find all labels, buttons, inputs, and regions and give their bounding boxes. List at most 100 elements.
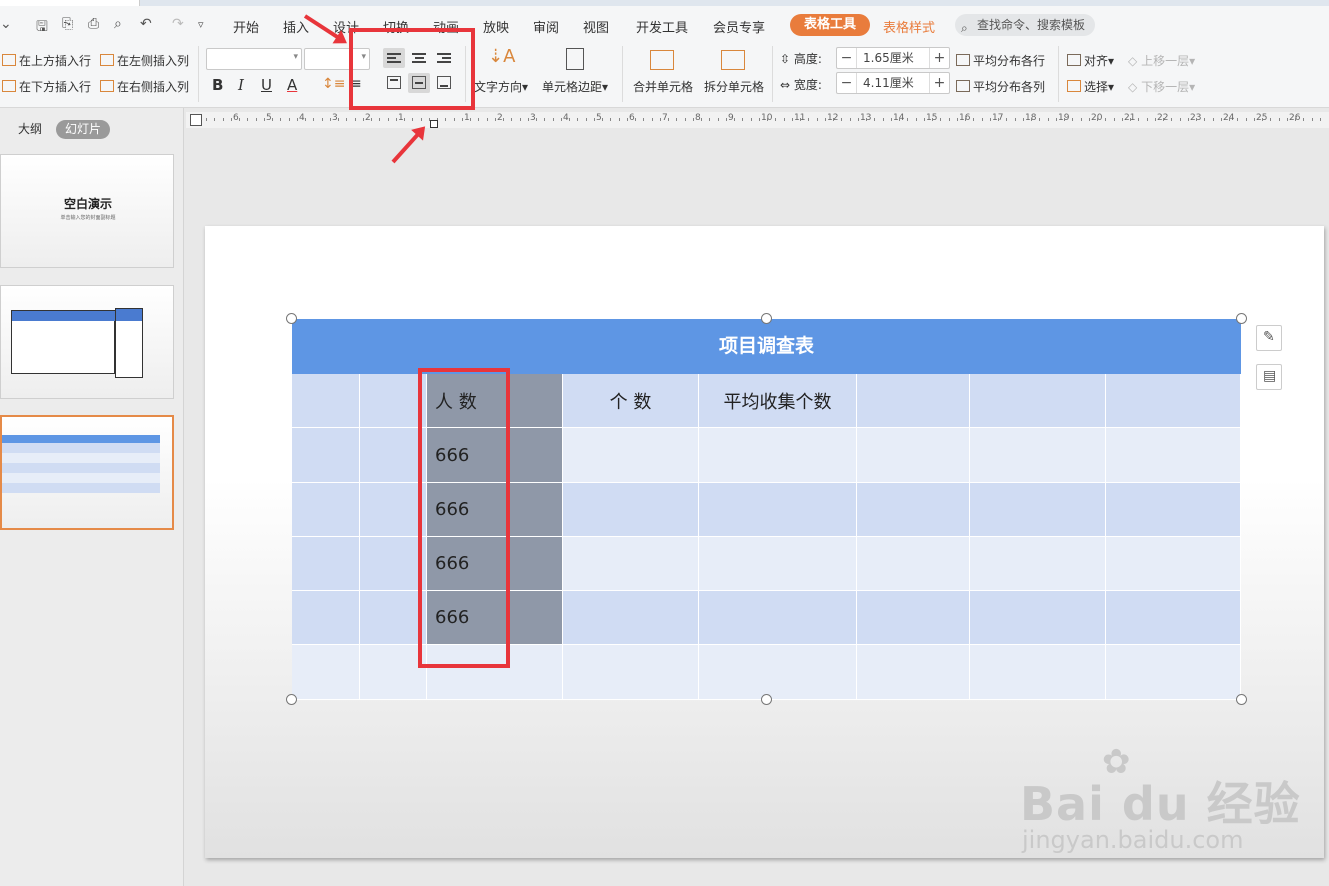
table-cell[interactable] bbox=[360, 591, 427, 645]
horizontal-ruler[interactable]: 6543211234567891011121314151617181920212… bbox=[186, 112, 1329, 128]
table-cell[interactable] bbox=[292, 483, 360, 537]
table-cell[interactable] bbox=[563, 537, 699, 591]
select-button[interactable]: 选择▾ bbox=[1067, 78, 1114, 95]
underline-button[interactable]: U bbox=[261, 76, 272, 94]
tab-slides[interactable]: 幻灯片 bbox=[56, 120, 111, 139]
header-cell[interactable] bbox=[970, 374, 1106, 428]
table-cell[interactable] bbox=[699, 483, 857, 537]
table-cell[interactable] bbox=[1106, 645, 1241, 700]
table-cell[interactable] bbox=[857, 537, 970, 591]
insert-col-left-button[interactable]: 在左侧插入列 bbox=[100, 52, 189, 69]
header-cell[interactable] bbox=[1106, 374, 1241, 428]
merge-cells-button[interactable]: 合并单元格 bbox=[633, 78, 693, 95]
indent-marker-icon[interactable] bbox=[430, 120, 438, 128]
resize-handle-se[interactable] bbox=[1236, 694, 1247, 705]
table-cell[interactable] bbox=[699, 537, 857, 591]
search-input[interactable]: ⌕ 查找命令、搜索模板 bbox=[955, 14, 1095, 36]
table-cell[interactable] bbox=[292, 428, 360, 483]
distribute-cols-button[interactable]: 平均分布各列 bbox=[956, 78, 1045, 95]
table-cell[interactable] bbox=[563, 591, 699, 645]
redo-icon[interactable]: ↷ bbox=[172, 16, 184, 32]
table-cell[interactable] bbox=[563, 428, 699, 483]
tab-outline[interactable]: 大纲 bbox=[18, 120, 42, 137]
insert-row-above-button[interactable]: 在上方插入行 bbox=[2, 52, 91, 69]
table-cell[interactable] bbox=[360, 537, 427, 591]
tab-table-tools[interactable]: 表格工具 bbox=[790, 14, 871, 36]
height-value[interactable]: 1.65厘米 bbox=[863, 48, 914, 68]
height-plus-button[interactable]: + bbox=[929, 48, 949, 68]
row-height-stepper[interactable]: −1.65厘米 + bbox=[836, 47, 950, 69]
height-minus-button[interactable]: − bbox=[837, 48, 857, 68]
table-cell[interactable] bbox=[1106, 591, 1241, 645]
send-backward-button[interactable]: ◇ 下移一层▾ bbox=[1128, 78, 1195, 95]
table-cell[interactable] bbox=[563, 483, 699, 537]
table-cell[interactable] bbox=[699, 591, 857, 645]
bold-button[interactable]: B bbox=[212, 76, 223, 94]
width-minus-button[interactable]: − bbox=[837, 73, 857, 93]
resize-handle-nw[interactable] bbox=[286, 313, 297, 324]
slide-thumbnail-3[interactable] bbox=[0, 415, 174, 530]
save-icon[interactable]: 🖫 bbox=[36, 16, 48, 40]
table-style-wand-button[interactable]: ✎ bbox=[1256, 325, 1282, 351]
preview-icon[interactable]: ⌕ bbox=[114, 16, 122, 32]
resize-handle-s[interactable] bbox=[761, 694, 772, 705]
table-cell[interactable] bbox=[699, 428, 857, 483]
table-properties-button[interactable]: ▤ bbox=[1256, 364, 1282, 390]
table-cell[interactable] bbox=[1106, 537, 1241, 591]
table-cell[interactable] bbox=[292, 537, 360, 591]
table-cell[interactable] bbox=[1106, 483, 1241, 537]
table-cell[interactable] bbox=[857, 428, 970, 483]
tab-developer[interactable]: 开发工具 bbox=[636, 17, 688, 36]
slide-thumbnail-1[interactable]: 空白演示 单击输入您的封面副标题 bbox=[0, 154, 174, 268]
distribute-rows-button[interactable]: 平均分布各行 bbox=[956, 52, 1045, 69]
table-cell[interactable] bbox=[360, 428, 427, 483]
bring-forward-button[interactable]: ◇ 上移一层▾ bbox=[1128, 52, 1195, 69]
width-plus-button[interactable]: + bbox=[929, 73, 949, 93]
tab-review[interactable]: 审阅 bbox=[533, 17, 559, 36]
tab-table-style[interactable]: 表格样式 bbox=[883, 17, 935, 36]
header-cell[interactable] bbox=[857, 374, 970, 428]
text-direction-button[interactable]: 文字方向▾ bbox=[474, 78, 528, 95]
resize-handle-sw[interactable] bbox=[286, 694, 297, 705]
width-value[interactable]: 4.11厘米 bbox=[863, 73, 914, 93]
tab-home[interactable]: 开始 bbox=[233, 17, 259, 36]
header-cell[interactable]: 个 数 bbox=[563, 374, 699, 428]
table-title[interactable]: 项目调查表 bbox=[292, 319, 1241, 374]
menu-caret-icon[interactable]: ⌄ bbox=[0, 16, 12, 32]
align-objects-button[interactable]: 对齐▾ bbox=[1067, 52, 1114, 69]
header-cell[interactable] bbox=[292, 374, 360, 428]
table-cell[interactable] bbox=[970, 428, 1106, 483]
print-icon[interactable]: ⎙ bbox=[88, 16, 99, 32]
line-spacing-icon[interactable]: ↕≡ bbox=[322, 76, 345, 92]
table-cell[interactable] bbox=[970, 645, 1106, 700]
tab-view[interactable]: 视图 bbox=[583, 17, 609, 36]
table-cell[interactable] bbox=[857, 483, 970, 537]
table-cell[interactable] bbox=[970, 483, 1106, 537]
italic-button[interactable]: I bbox=[238, 76, 244, 94]
table-cell[interactable] bbox=[292, 591, 360, 645]
resize-handle-n[interactable] bbox=[761, 313, 772, 324]
font-color-button[interactable]: A bbox=[287, 76, 297, 94]
table-cell[interactable] bbox=[292, 645, 360, 700]
table-cell[interactable] bbox=[699, 645, 857, 700]
col-width-stepper[interactable]: −4.11厘米 + bbox=[836, 72, 950, 94]
table-cell[interactable] bbox=[970, 591, 1106, 645]
tab-insert[interactable]: 插入 bbox=[283, 17, 309, 36]
header-cell[interactable] bbox=[360, 374, 427, 428]
share-icon[interactable]: ⎘ bbox=[62, 16, 73, 32]
tab-slideshow[interactable]: 放映 bbox=[483, 17, 509, 36]
tab-stop-icon[interactable] bbox=[190, 114, 202, 126]
resize-handle-ne[interactable] bbox=[1236, 313, 1247, 324]
table-cell[interactable] bbox=[857, 591, 970, 645]
table-cell[interactable] bbox=[360, 483, 427, 537]
split-cells-button[interactable]: 拆分单元格 bbox=[704, 78, 764, 95]
table-cell[interactable] bbox=[360, 645, 427, 700]
slide-thumbnail-2[interactable] bbox=[0, 285, 174, 399]
undo-icon[interactable]: ↶ bbox=[140, 16, 152, 32]
table-cell[interactable] bbox=[857, 645, 970, 700]
table-cell[interactable] bbox=[563, 645, 699, 700]
tab-member[interactable]: 会员专享 bbox=[713, 17, 765, 36]
table-cell[interactable] bbox=[1106, 428, 1241, 483]
more-icon[interactable]: ▿ bbox=[198, 18, 204, 31]
insert-row-below-button[interactable]: 在下方插入行 bbox=[2, 78, 91, 95]
